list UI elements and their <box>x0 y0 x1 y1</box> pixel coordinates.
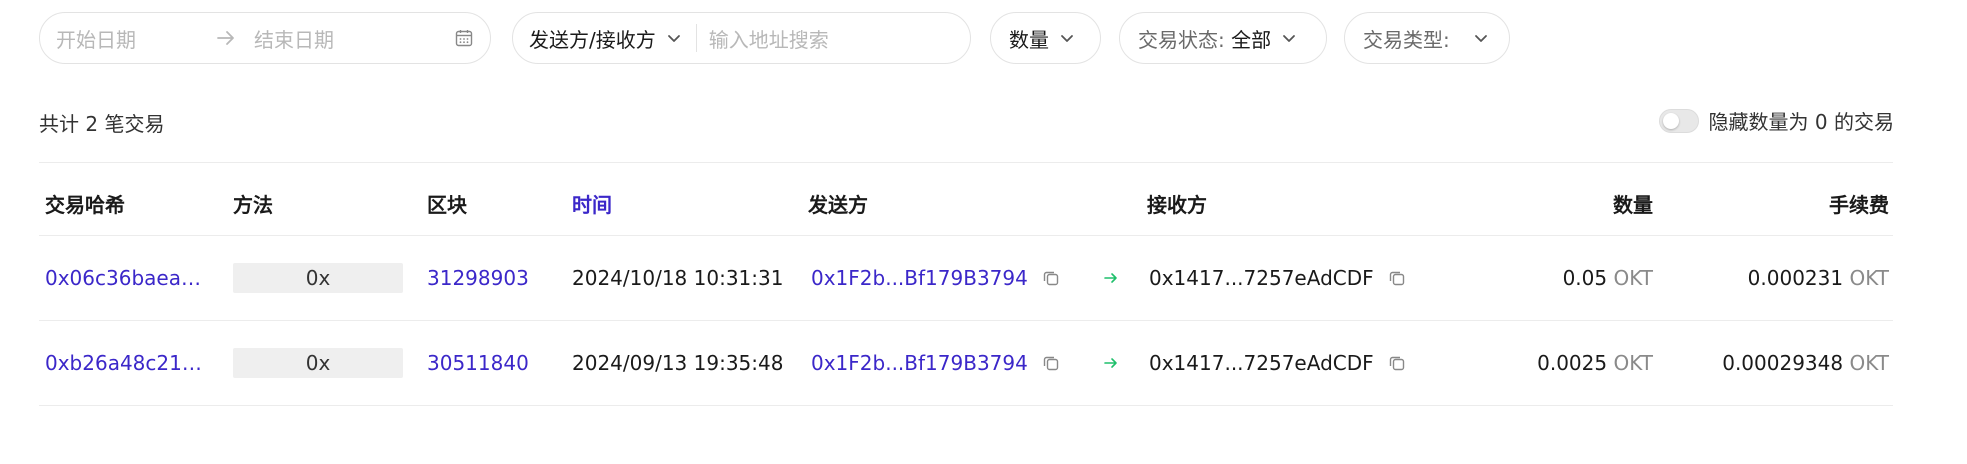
from-address: 0x1F2b...Bf179B3794 <box>811 351 1060 375</box>
transfer-arrow-icon <box>1104 358 1117 368</box>
method-tag: 0x <box>233 263 403 293</box>
hide-zero-toggle-group: 隐藏数量为 0 的交易 <box>1658 106 1894 135</box>
block-link[interactable]: 31298903 <box>427 266 529 290</box>
type-filter[interactable]: 交易类型: <box>1344 12 1510 64</box>
calendar-icon[interactable] <box>454 28 474 48</box>
status-filter-label: 交易状态: <box>1138 27 1232 52</box>
divider <box>39 405 1893 406</box>
date-range-picker[interactable]: 开始日期 结束日期 <box>39 12 491 64</box>
to-address-text: 0x1417...7257eAdCDF <box>1149 351 1374 375</box>
chevron-down-icon <box>667 35 680 42</box>
to-address-text: 0x1417...7257eAdCDF <box>1149 266 1374 290</box>
address-search-input[interactable]: 输入地址搜索 <box>709 24 829 53</box>
header-amount: 数量 <box>1613 193 1653 217</box>
chevron-down-icon <box>1283 35 1296 42</box>
amount-unit: OKT <box>1613 266 1653 290</box>
tx-fee: 0.00029348 OKT <box>1722 351 1889 375</box>
copy-icon[interactable] <box>1042 269 1060 287</box>
amount-unit: OKT <box>1613 351 1653 375</box>
status-filter-value: 全部 <box>1231 27 1272 52</box>
header-method: 方法 <box>233 193 273 217</box>
tx-hash-link[interactable]: 0x06c36baea… <box>45 266 201 290</box>
type-filter-label: 交易类型: <box>1363 27 1457 52</box>
header-to: 接收方 <box>1147 193 1207 217</box>
hide-zero-label: 隐藏数量为 0 的交易 <box>1708 110 1894 134</box>
to-address: 0x1417...7257eAdCDF <box>1149 351 1406 375</box>
header-fee: 手续费 <box>1829 193 1889 217</box>
arrow-right-icon <box>217 31 234 45</box>
divider <box>695 24 697 52</box>
chevron-down-icon <box>1475 35 1487 42</box>
block-link[interactable]: 30511840 <box>427 351 529 375</box>
hide-zero-toggle[interactable] <box>1658 108 1699 133</box>
fee-unit: OKT <box>1849 266 1889 290</box>
fee-unit: OKT <box>1849 351 1889 375</box>
method-tag: 0x <box>233 348 403 378</box>
toggle-knob <box>1662 112 1679 129</box>
from-address: 0x1F2b...Bf179B3794 <box>811 266 1060 290</box>
transaction-count: 共计 2 笔交易 <box>39 112 165 136</box>
transfer-arrow-icon <box>1104 273 1117 283</box>
tx-fee: 0.000231 OKT <box>1748 266 1889 290</box>
chevron-down-icon <box>1061 35 1073 42</box>
tx-amount: 0.0025 OKT <box>1537 351 1653 375</box>
status-filter[interactable]: 交易状态: 全部 <box>1119 12 1327 64</box>
copy-icon[interactable] <box>1388 354 1406 372</box>
party-select[interactable]: 发送方/接收方 <box>529 24 684 53</box>
copy-icon[interactable] <box>1388 269 1406 287</box>
header-hash: 交易哈希 <box>45 193 125 217</box>
divider <box>39 235 1893 236</box>
amount-filter[interactable]: 数量 <box>990 12 1101 64</box>
header-from: 发送方 <box>808 193 868 217</box>
tx-time: 2024/10/18 10:31:31 <box>572 266 784 290</box>
amount-filter-label: 数量 <box>1009 27 1049 52</box>
start-date-input[interactable]: 开始日期 <box>56 24 206 53</box>
divider <box>39 162 1893 163</box>
copy-icon[interactable] <box>1042 354 1060 372</box>
from-address-link[interactable]: 0x1F2b...Bf179B3794 <box>811 351 1028 375</box>
party-filter: 发送方/接收方 输入地址搜索 <box>512 12 971 64</box>
from-address-link[interactable]: 0x1F2b...Bf179B3794 <box>811 266 1028 290</box>
tx-amount: 0.05 OKT <box>1563 266 1653 290</box>
tx-time: 2024/09/13 19:35:48 <box>572 351 784 375</box>
party-select-label: 发送方/接收方 <box>529 27 656 52</box>
end-date-input[interactable]: 结束日期 <box>254 24 454 53</box>
tx-hash-link[interactable]: 0xb26a48c21… <box>45 351 202 375</box>
header-block: 区块 <box>427 193 467 217</box>
fee-value: 0.000231 <box>1747 266 1844 290</box>
fee-value: 0.00029348 <box>1722 351 1844 375</box>
amount-value: 0.05 <box>1562 266 1608 290</box>
amount-value: 0.0025 <box>1537 351 1608 375</box>
header-time[interactable]: 时间 <box>572 189 612 218</box>
divider <box>39 320 1893 321</box>
to-address: 0x1417...7257eAdCDF <box>1149 266 1406 290</box>
